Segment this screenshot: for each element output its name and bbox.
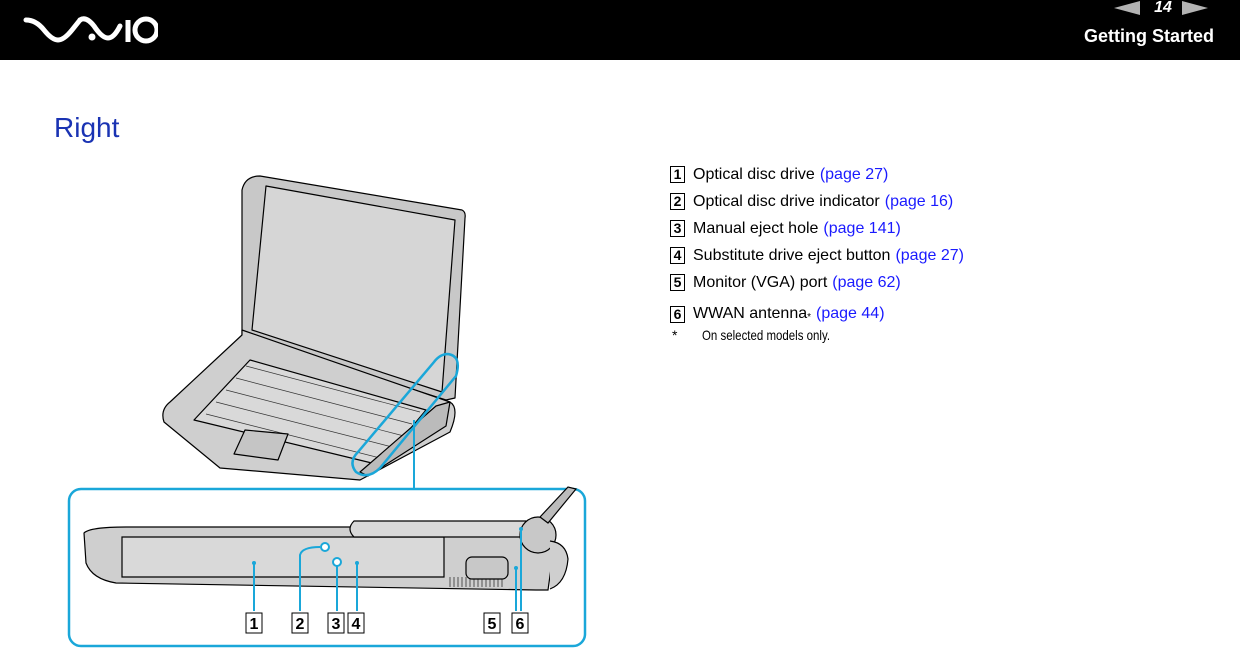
legend-number: 2 [670, 193, 685, 210]
footnote-mark: * [672, 327, 678, 343]
component-legend: 1 Optical disc drive (page 27) 2 Optical… [670, 161, 964, 343]
section-title: Getting Started [1083, 26, 1214, 46]
footnote-text: On selected models only. [702, 327, 831, 343]
laptop-illustration [162, 175, 466, 490]
legend-label: Optical disc drive indicator [693, 192, 880, 210]
page-link[interactable]: (page 141) [823, 220, 900, 238]
arrow-right-icon[interactable] [1182, 1, 1208, 15]
page-link[interactable]: (page 62) [832, 274, 901, 292]
footnote-marker: * [807, 312, 812, 323]
page-link[interactable]: (page 27) [820, 166, 889, 184]
legend-item: 2 Optical disc drive indicator (page 16) [670, 188, 964, 215]
legend-item: 1 Optical disc drive (page 27) [670, 161, 964, 188]
page-link[interactable]: (page 44) [816, 305, 885, 323]
page-navigation: 14 [1074, 0, 1214, 20]
legend-item: 6 WWAN antenna * (page 44) [670, 296, 964, 327]
legend-label: WWAN antenna [693, 305, 808, 322]
callout-label-5: 5 [488, 616, 497, 633]
legend-label: Substitute drive eject button [693, 246, 891, 264]
legend-number: 5 [670, 274, 685, 291]
legend-label: Optical disc drive [693, 165, 815, 183]
arrow-left-icon[interactable] [1114, 1, 1140, 15]
legend-item: 5 Monitor (VGA) port (page 62) [670, 269, 964, 296]
callout-label-6: 6 [516, 616, 525, 633]
legend-number: 6 [670, 306, 685, 323]
callout-label-4: 4 [352, 616, 361, 633]
page-heading: Right [54, 112, 120, 143]
callout-label-3: 3 [332, 616, 341, 633]
callout-label-1: 1 [250, 616, 259, 633]
page-number: 14 [1154, 0, 1172, 16]
legend-item: 4 Substitute drive eject button (page 27… [670, 242, 964, 269]
header-bar: 14 Getting Started [0, 0, 1240, 60]
legend-label: Manual eject hole [693, 219, 819, 237]
page-link[interactable]: (page 27) [895, 247, 964, 265]
legend-number: 1 [670, 166, 685, 183]
legend-number: 3 [670, 220, 685, 237]
callout-label-2: 2 [296, 616, 305, 633]
legend-number: 4 [670, 247, 685, 264]
footnote: * On selected models only. [670, 327, 964, 343]
legend-label: Monitor (VGA) port [693, 273, 828, 291]
side-view-diagram: 1 2 3 4 5 6 [67, 485, 587, 648]
vaio-logo [23, 16, 158, 44]
legend-item: 3 Manual eject hole (page 141) [670, 215, 964, 242]
page-link[interactable]: (page 16) [885, 193, 954, 211]
